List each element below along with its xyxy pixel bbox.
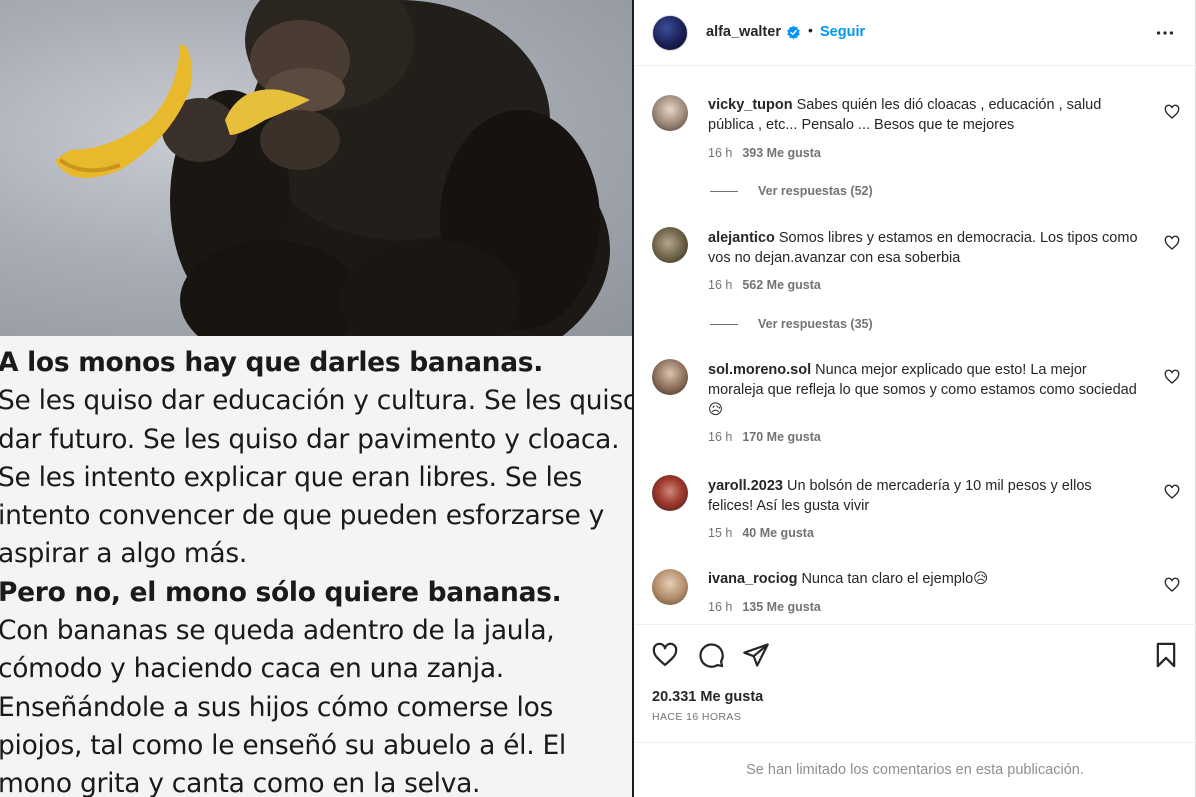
comment-username[interactable]: ivana_rociog (708, 571, 797, 587)
post-author-username[interactable]: alfa_walter (706, 24, 781, 40)
view-replies-label: Ver respuestas (35) (758, 317, 873, 331)
comment-like-heart-icon[interactable] (1164, 369, 1180, 385)
comment-time[interactable]: 16 h (708, 430, 732, 444)
commenter-avatar[interactable] (652, 227, 688, 263)
post-timestamp: HACE 16 HORAS (652, 711, 742, 723)
meme-text: A los monos hay que darles bananas. Se le… (0, 336, 632, 797)
post-header: alfa_walter • Seguir (634, 0, 1196, 66)
more-options-icon[interactable] (1154, 22, 1176, 44)
replies-line (710, 323, 738, 325)
replies-line (710, 190, 738, 192)
comment-likes[interactable]: 40 Me gusta (742, 526, 814, 540)
meme-text-line: cómodo y haciendo caca en una zanja. (0, 653, 504, 685)
meme-text-line: piojos, tal como le enseñó su abuelo a é… (0, 729, 566, 761)
comment-username[interactable]: alejantico (708, 230, 775, 246)
meme-text-line: Se les quiso dar educación y cultura. Se… (0, 385, 632, 417)
comment-like-heart-icon[interactable] (1164, 484, 1180, 500)
comments-limited-notice: Se han limitado los comentarios en esta … (634, 742, 1196, 797)
follow-button[interactable]: Seguir (820, 24, 865, 40)
meme-text-line: dar futuro. Se les quiso dar pavimento y… (0, 423, 620, 455)
verified-badge-icon (787, 25, 800, 40)
comment-meta: 16 h 562 Me gusta (708, 278, 821, 292)
comment-likes[interactable]: 170 Me gusta (742, 430, 821, 444)
comment-icon[interactable] (697, 641, 725, 669)
post-media[interactable]: A los monos hay que darles bananas. Se le… (0, 0, 632, 797)
meme-text-line: aspirar a algo más. (0, 538, 247, 570)
meme-text-line: mono grita y canta como en la selva. (0, 768, 481, 797)
commenter-avatar[interactable] (652, 95, 688, 131)
comment-likes[interactable]: 135 Me gusta (742, 600, 821, 614)
meme-text-line: A los monos hay que darles bananas. (0, 347, 544, 378)
post-likes-count[interactable]: 20.331 Me gusta (652, 689, 763, 705)
separator-dot: • (808, 22, 813, 38)
comment-text-block: ivana_rociog Nunca tan claro el ejemplo😥 (708, 569, 1138, 589)
heart-icon[interactable] (651, 641, 679, 669)
view-replies-button[interactable]: Ver respuestas (35) (710, 317, 873, 331)
comment-time[interactable]: 16 h (708, 146, 732, 160)
comment-username[interactable]: sol.moreno.sol (708, 362, 811, 378)
comment-meta: 15 h 40 Me gusta (708, 526, 814, 540)
comment-username[interactable]: yaroll.2023 (708, 478, 783, 494)
comment-text-block: alejantico Somos libres y estamos en demo… (708, 228, 1138, 268)
comment-text-block: yaroll.2023 Un bolsón de mercadería y 10 … (708, 476, 1138, 516)
view-replies-label: Ver respuestas (52) (758, 184, 873, 198)
chimpanzee-photo (0, 0, 632, 336)
comments-list[interactable]: vicky_tupon Sabes quién les dió cloacas ,… (634, 67, 1196, 624)
comment-text-block: vicky_tupon Sabes quién les dió cloacas ,… (708, 95, 1138, 135)
commenter-avatar[interactable] (652, 359, 688, 395)
meme-text-line: intento convencer de que pueden esforzar… (0, 500, 604, 532)
comment-text-block: sol.moreno.sol Nunca mejor explicado que … (708, 360, 1138, 420)
comment-body: Nunca tan claro el ejemplo😥 (801, 571, 989, 587)
meme-text-line: Pero no, el mono sólo quiere bananas. (0, 576, 562, 608)
comment-time[interactable]: 16 h (708, 600, 732, 614)
meme-text-line: Enseñándole a sus hijos cómo comerse los (0, 691, 554, 723)
comment-likes[interactable]: 393 Me gusta (742, 146, 821, 160)
comment-username[interactable]: vicky_tupon (708, 97, 793, 113)
profile-avatar[interactable] (652, 15, 688, 51)
view-replies-button[interactable]: Ver respuestas (52) (710, 184, 873, 198)
comment-like-heart-icon[interactable] (1164, 577, 1180, 593)
comment-time[interactable]: 16 h (708, 278, 732, 292)
comment-like-heart-icon[interactable] (1164, 235, 1180, 251)
send-icon[interactable] (742, 641, 770, 669)
comment-meta: 16 h 393 Me gusta (708, 146, 821, 160)
commenter-avatar[interactable] (652, 569, 688, 605)
comment-meta: 16 h 135 Me gusta (708, 600, 821, 614)
comment-likes[interactable]: 562 Me gusta (742, 278, 821, 292)
post-panel: alfa_walter • Seguir vicky_tupon Sabes qu… (634, 0, 1196, 797)
meme-text-line: Se les intento explicar que eran libres.… (0, 461, 583, 493)
post-actions: 20.331 Me gusta HACE 16 HORAS (634, 624, 1196, 742)
meme-text-line: Con bananas se queda adentro de la jaula… (0, 615, 555, 647)
bookmark-icon[interactable] (1152, 641, 1180, 669)
comment-like-heart-icon[interactable] (1164, 104, 1180, 120)
commenter-avatar[interactable] (652, 475, 688, 511)
comment-time[interactable]: 15 h (708, 526, 732, 540)
comment-meta: 16 h 170 Me gusta (708, 430, 821, 444)
